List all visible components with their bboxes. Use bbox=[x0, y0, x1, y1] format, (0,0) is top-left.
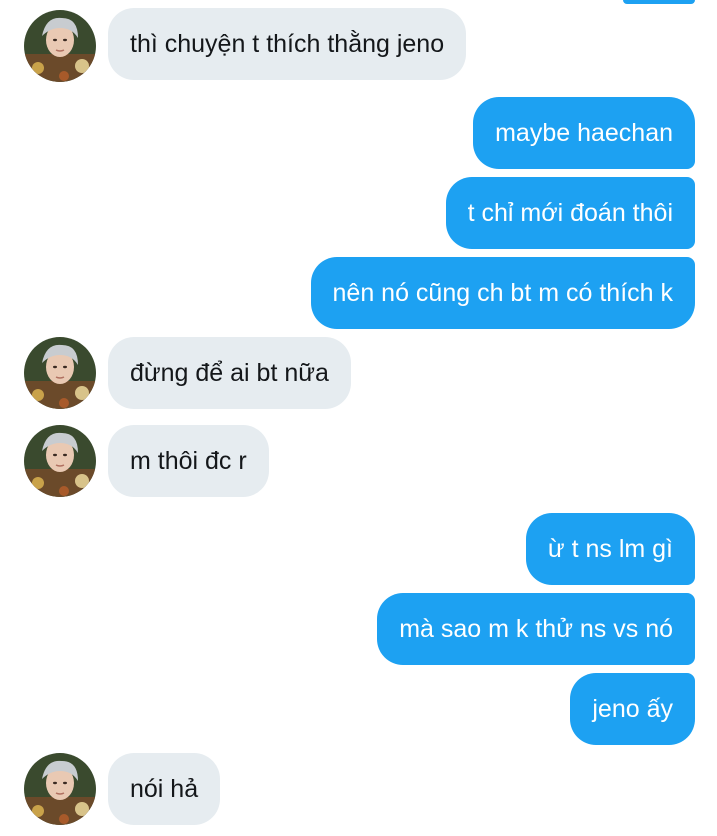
sender-avatar[interactable] bbox=[24, 753, 96, 825]
message-text: đừng để ai bt nữa bbox=[130, 359, 329, 387]
outgoing-message[interactable]: jeno ấy bbox=[570, 673, 695, 745]
message-text: nói hả bbox=[130, 775, 199, 803]
avatar-image-icon bbox=[24, 753, 96, 825]
outgoing-message[interactable]: nên nó cũng ch bt m có thích k bbox=[310, 257, 695, 329]
avatar-image-icon bbox=[24, 10, 96, 82]
sender-avatar[interactable] bbox=[24, 10, 96, 82]
avatar-image-icon bbox=[24, 337, 96, 409]
incoming-message[interactable]: đừng để ai bt nữa bbox=[108, 337, 351, 409]
message-text: nên nó cũng ch bt m có thích k bbox=[332, 279, 673, 307]
incoming-message[interactable]: nói hả bbox=[108, 753, 221, 825]
message-text: thì chuyện t thích thằng jeno bbox=[130, 30, 445, 58]
message-text: t chỉ mới đoán thôi bbox=[467, 199, 673, 227]
message-text: ừ t ns lm gì bbox=[547, 535, 673, 563]
message-text: maybe haechan bbox=[495, 119, 673, 147]
outgoing-message[interactable]: t chỉ mới đoán thôi bbox=[445, 177, 695, 249]
outgoing-message[interactable]: ừ t ns lm gì bbox=[525, 513, 695, 585]
outgoing-message[interactable]: mà sao m k thử ns vs nó bbox=[377, 593, 695, 665]
message-text: mà sao m k thử ns vs nó bbox=[399, 615, 673, 643]
message-text: m thôi đc r bbox=[130, 447, 247, 475]
outgoing-message[interactable]: maybe haechan bbox=[473, 97, 695, 169]
sender-avatar[interactable] bbox=[24, 337, 96, 409]
previous-message-bubble-fragment bbox=[623, 0, 695, 4]
message-text: jeno ấy bbox=[592, 695, 673, 723]
incoming-message[interactable]: thì chuyện t thích thằng jeno bbox=[108, 8, 467, 80]
incoming-message[interactable]: m thôi đc r bbox=[108, 425, 269, 497]
avatar-image-icon bbox=[24, 425, 96, 497]
sender-avatar[interactable] bbox=[24, 425, 96, 497]
